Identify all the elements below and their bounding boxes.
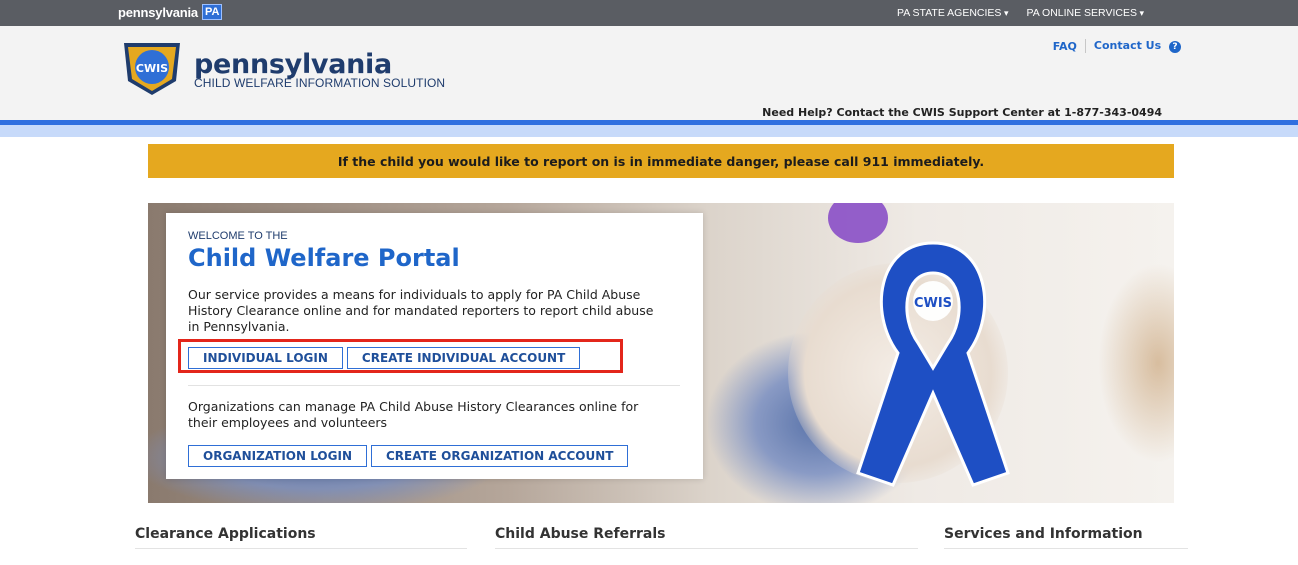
- top-bar: pennsylvania PA PA STATE AGENCIES PA ONL…: [0, 0, 1298, 26]
- section-heading-services-and-information: Services and Information: [944, 526, 1143, 542]
- welcome-card: WELCOME TO THE Child Welfare Portal Our …: [166, 213, 703, 479]
- awareness-ribbon-icon: CWIS: [856, 241, 1010, 487]
- header-light-bar: [0, 125, 1298, 137]
- emergency-alert-banner: If the child you would like to report on…: [148, 144, 1174, 178]
- support-center-text: Need Help? Contact the CWIS Support Cent…: [762, 106, 1162, 119]
- pa-brand-text: pennsylvania: [118, 4, 198, 20]
- contact-us-label: Contact Us: [1093, 39, 1162, 52]
- section-divider: [495, 548, 918, 549]
- question-circle-icon: ?: [1169, 41, 1181, 53]
- logo-cwis-text: CWIS: [136, 62, 168, 75]
- ribbon-cwis-text: CWIS: [914, 296, 952, 311]
- section-divider: [944, 548, 1188, 549]
- contact-us-link[interactable]: Contact Us ?: [1094, 39, 1181, 53]
- pa-keystone-badge: PA: [201, 4, 223, 20]
- menu-pa-state-agencies[interactable]: PA STATE AGENCIES: [897, 7, 1008, 19]
- header-links: FAQ Contact Us ?: [1053, 39, 1181, 53]
- emergency-alert-text: If the child you would like to report on…: [337, 153, 985, 169]
- section-heading-child-abuse-referrals: Child Abuse Referrals: [495, 526, 666, 542]
- portal-title: Child Welfare Portal: [188, 244, 460, 272]
- link-divider: [1084, 39, 1086, 53]
- create-organization-account-button[interactable]: CREATE ORGANIZATION ACCOUNT: [371, 445, 629, 467]
- portal-description: Our service provides a means for individ…: [188, 287, 654, 334]
- menu-pa-online-services[interactable]: PA ONLINE SERVICES: [1026, 7, 1144, 19]
- section-divider: [135, 548, 467, 549]
- welcome-eyebrow: WELCOME TO THE: [188, 230, 288, 242]
- individual-login-button[interactable]: INDIVIDUAL LOGIN: [188, 347, 343, 369]
- top-menus: PA STATE AGENCIES PA ONLINE SERVICES: [897, 7, 1144, 19]
- organization-login-button[interactable]: ORGANIZATION LOGIN: [188, 445, 367, 467]
- faq-link[interactable]: FAQ: [1053, 40, 1077, 53]
- individual-actions: INDIVIDUAL LOGIN CREATE INDIVIDUAL ACCOU…: [188, 347, 581, 369]
- section-heading-clearance-applications: Clearance Applications: [135, 526, 316, 542]
- keystone-logo-icon[interactable]: CWIS: [120, 41, 184, 97]
- card-divider: [188, 385, 680, 386]
- organization-actions: ORGANIZATION LOGIN CREATE ORGANIZATION A…: [188, 445, 629, 467]
- hero-bg-shape: [1098, 263, 1174, 463]
- site-subtitle: CHILD WELFARE INFORMATION SOLUTION: [194, 76, 446, 90]
- create-individual-account-button[interactable]: CREATE INDIVIDUAL ACCOUNT: [346, 347, 581, 369]
- organization-description: Organizations can manage PA Child Abuse …: [188, 399, 639, 430]
- pa-brand-link[interactable]: pennsylvania PA: [118, 4, 223, 20]
